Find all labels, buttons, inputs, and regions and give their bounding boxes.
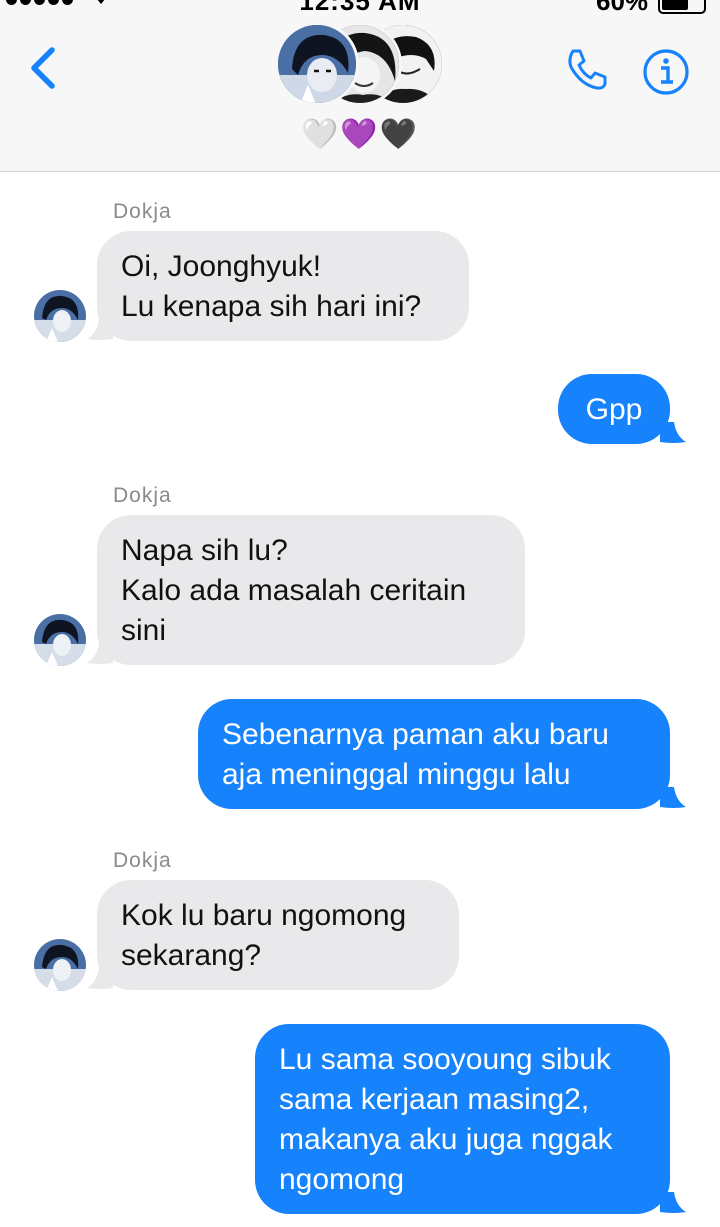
battery-percentage: 60% [596, 0, 649, 16]
outgoing-bubble-tail [660, 422, 686, 443]
incoming-message-bubble[interactable]: Kok lu baru ngomong sekarang? [97, 880, 459, 990]
white-heart-icon: 🤍 [300, 118, 341, 151]
message-line: Gpp [585, 393, 643, 426]
sender-avatar[interactable] [34, 939, 86, 991]
message-line: Sebenarnya paman aku baru [222, 718, 609, 751]
message-line: Kalo ada masalah ceritain [121, 574, 467, 607]
incoming-bubble-tail [87, 319, 113, 340]
incoming-bubble-tail [87, 643, 113, 664]
message-line: sekarang? [121, 939, 262, 972]
message-line: ngomong [279, 1163, 405, 1196]
back-chevron-icon[interactable] [24, 44, 64, 92]
incoming-bubble-tail [87, 968, 113, 989]
outgoing-message-bubble[interactable]: Lu sama sooyoung sibuk sama kerjaan masi… [255, 1024, 670, 1214]
conversation-header: 12:35 AM 60% 🤍💜🖤 [0, 0, 720, 172]
message-line: Lu sama sooyoung sibuk [279, 1043, 611, 1076]
incoming-message-bubble[interactable]: Napa sih lu? Kalo ada masalah ceritain s… [97, 515, 525, 665]
purple-heart-icon: 💜 [340, 118, 380, 151]
outgoing-message-bubble[interactable]: Sebenarnya paman aku baru aja meninggal … [198, 699, 670, 809]
message-line: Napa sih lu? [121, 534, 288, 567]
sender-name: Dokja [113, 200, 172, 223]
sender-avatar[interactable] [34, 614, 86, 666]
outgoing-message-bubble[interactable]: Gpp [558, 374, 670, 444]
message-line: sama kerjaan masing2, [279, 1083, 590, 1116]
sender-avatar[interactable] [34, 290, 86, 342]
battery-icon [658, 0, 706, 14]
message-line: Lu kenapa sih hari ini? [121, 290, 422, 323]
incoming-message-bubble[interactable]: Oi, Joonghyuk! Lu kenapa sih hari ini? [97, 231, 469, 341]
message-line: Oi, Joonghyuk! [121, 250, 322, 283]
message-line: Kok lu baru ngomong [121, 899, 407, 932]
black-heart-icon: 🖤 [379, 118, 420, 151]
group-name-hearts: 🤍💜🖤 [0, 117, 720, 152]
sender-name: Dokja [113, 484, 172, 507]
phone-call-icon[interactable] [563, 45, 611, 93]
sender-name: Dokja [113, 849, 172, 872]
member-avatar [275, 22, 359, 106]
message-line: sini [121, 614, 167, 647]
group-avatars[interactable] [275, 22, 447, 108]
message-line: aja meninggal minggu lalu [222, 758, 571, 791]
message-line: makanya aku juga nggak [279, 1123, 613, 1156]
outgoing-bubble-tail [660, 1192, 686, 1213]
outgoing-bubble-tail [660, 787, 686, 808]
info-icon[interactable] [642, 48, 690, 96]
